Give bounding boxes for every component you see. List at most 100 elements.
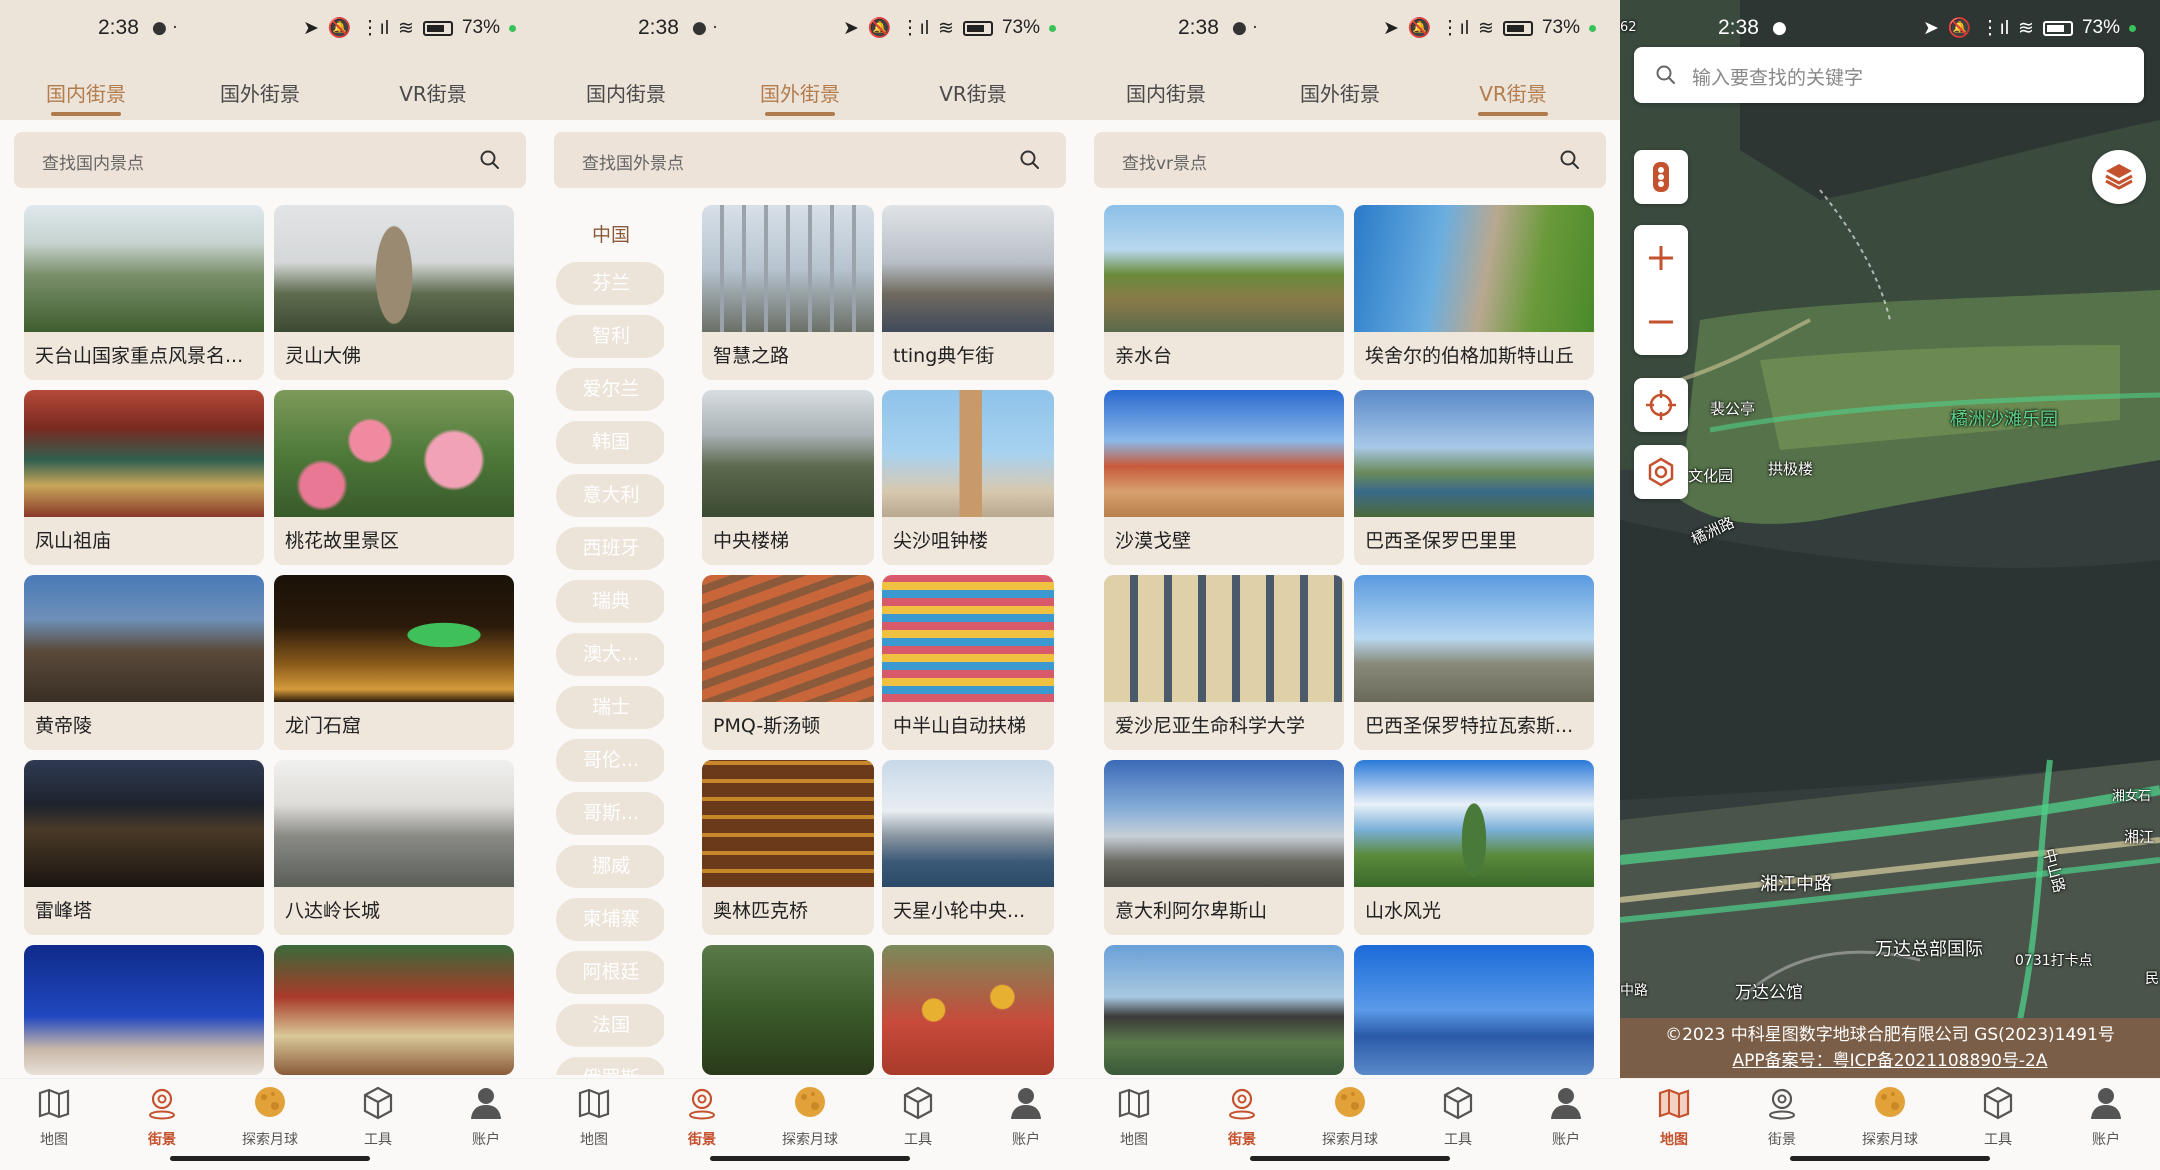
spot-card[interactable]: 尖沙咀钟楼 bbox=[882, 390, 1054, 565]
spot-card[interactable]: 智慧之路 bbox=[702, 205, 874, 380]
country-chip[interactable]: 意大利 bbox=[556, 474, 664, 517]
spot-card[interactable]: 亲水台 bbox=[1104, 205, 1344, 380]
country-chip[interactable]: 阿根廷 bbox=[556, 951, 664, 994]
country-chip[interactable]: 哥伦... bbox=[556, 739, 664, 782]
map-search-bar[interactable]: 输入要查找的关键字 bbox=[1634, 47, 2144, 103]
spot-card[interactable]: 爱沙尼亚生命科学大学 bbox=[1104, 575, 1344, 750]
spot-card[interactable]: 凤山祖庙 bbox=[24, 390, 264, 565]
nav-tools[interactable]: 工具 bbox=[868, 1085, 968, 1149]
nav-tools[interactable]: 工具 bbox=[1408, 1085, 1508, 1149]
nav-map[interactable]: 地图 bbox=[1624, 1085, 1724, 1149]
country-chip[interactable]: 瑞典 bbox=[556, 580, 664, 623]
zoom-in-icon[interactable] bbox=[1634, 225, 1688, 290]
spot-card[interactable] bbox=[882, 945, 1054, 1075]
country-chip[interactable]: 韩国 bbox=[556, 421, 664, 464]
search-input[interactable]: 查找国内景点 bbox=[42, 149, 144, 174]
tab-domestic[interactable]: 国内街景 bbox=[546, 72, 706, 116]
nav-moon[interactable]: 探索月球 bbox=[760, 1085, 860, 1149]
spot-card[interactable]: 龙门石窟 bbox=[274, 575, 514, 750]
locate-button[interactable] bbox=[1634, 378, 1688, 432]
nav-tools[interactable]: 工具 bbox=[328, 1085, 428, 1149]
spot-card[interactable]: 意大利阿尔卑斯山 bbox=[1104, 760, 1344, 935]
spot-card[interactable]: 山水风光 bbox=[1354, 760, 1594, 935]
search-icon[interactable] bbox=[1654, 63, 1678, 87]
search-bar[interactable]: 查找国内景点 bbox=[14, 132, 526, 188]
country-chip[interactable]: 澳大... bbox=[556, 633, 664, 676]
country-chip[interactable]: 哥斯... bbox=[556, 792, 664, 835]
country-chip[interactable]: 智利 bbox=[556, 315, 664, 358]
country-chip[interactable]: 芬兰 bbox=[556, 262, 664, 305]
home-indicator[interactable] bbox=[170, 1156, 370, 1161]
settings-button[interactable] bbox=[1634, 445, 1688, 499]
nav-moon[interactable]: 探索月球 bbox=[220, 1085, 320, 1149]
country-chip[interactable]: 法国 bbox=[556, 1004, 664, 1047]
nav-map[interactable]: 地图 bbox=[544, 1085, 644, 1149]
country-chip[interactable]: 挪威 bbox=[556, 845, 664, 888]
zoom-out-icon[interactable] bbox=[1634, 290, 1688, 355]
spot-card[interactable]: 沙漠戈壁 bbox=[1104, 390, 1344, 565]
search-input[interactable]: 查找国外景点 bbox=[582, 149, 684, 174]
nav-account[interactable]: 账户 bbox=[1516, 1085, 1616, 1149]
search-bar[interactable]: 查找vr景点 bbox=[1094, 132, 1606, 188]
spot-card[interactable]: tting典乍街 bbox=[882, 205, 1054, 380]
spot-card[interactable]: 八达岭长城 bbox=[274, 760, 514, 935]
layers-button[interactable] bbox=[2092, 150, 2146, 204]
search-icon[interactable] bbox=[1018, 148, 1042, 172]
spot-card[interactable]: 天台山国家重点风景名... bbox=[24, 205, 264, 380]
tab-foreign[interactable]: 国外街景 bbox=[180, 72, 340, 116]
tab-foreign[interactable]: 国外街景 bbox=[720, 72, 880, 116]
country-chip[interactable]: 瑞士 bbox=[556, 686, 664, 729]
nav-tools[interactable]: 工具 bbox=[1948, 1085, 2048, 1149]
spot-card[interactable]: 中半山自动扶梯 bbox=[882, 575, 1054, 750]
spot-card[interactable]: 黄帝陵 bbox=[24, 575, 264, 750]
nav-map[interactable]: 地图 bbox=[1084, 1085, 1184, 1149]
spot-card[interactable]: 桃花故里景区 bbox=[274, 390, 514, 565]
home-indicator[interactable] bbox=[1790, 1156, 1990, 1161]
spot-card[interactable] bbox=[274, 945, 514, 1075]
spot-card[interactable] bbox=[1354, 945, 1594, 1075]
search-icon[interactable] bbox=[1558, 148, 1582, 172]
tab-vr[interactable]: VR街景 bbox=[1433, 72, 1593, 116]
traffic-button[interactable] bbox=[1634, 150, 1688, 204]
map-search-input[interactable]: 输入要查找的关键字 bbox=[1692, 63, 1863, 90]
home-indicator[interactable] bbox=[710, 1156, 910, 1161]
spot-card[interactable]: 雷峰塔 bbox=[24, 760, 264, 935]
country-chip[interactable]: 西班牙 bbox=[556, 527, 664, 570]
tab-vr[interactable]: VR街景 bbox=[893, 72, 1053, 116]
nav-street[interactable]: 街景 bbox=[1192, 1085, 1292, 1149]
spot-card[interactable] bbox=[24, 945, 264, 1075]
icp-link[interactable]: APP备案号：粤ICP备2021108890号-2A bbox=[1620, 1048, 2160, 1074]
home-indicator[interactable] bbox=[1250, 1156, 1450, 1161]
search-input[interactable]: 查找vr景点 bbox=[1122, 149, 1207, 174]
tab-foreign[interactable]: 国外街景 bbox=[1260, 72, 1420, 116]
spot-card[interactable] bbox=[702, 945, 874, 1075]
spot-card[interactable]: 中央楼梯 bbox=[702, 390, 874, 565]
nav-street[interactable]: 街景 bbox=[1732, 1085, 1832, 1149]
nav-map[interactable]: 地图 bbox=[4, 1085, 104, 1149]
spot-card[interactable]: 巴西圣保罗特拉瓦索斯... bbox=[1354, 575, 1594, 750]
country-chip[interactable]: 俄罗斯 bbox=[556, 1057, 664, 1075]
nav-street[interactable]: 街景 bbox=[112, 1085, 212, 1149]
tab-domestic[interactable]: 国内街景 bbox=[1086, 72, 1246, 116]
country-chip[interactable]: 柬埔寨 bbox=[556, 898, 664, 941]
nav-street[interactable]: 街景 bbox=[652, 1085, 752, 1149]
spot-card[interactable]: 天星小轮中央... bbox=[882, 760, 1054, 935]
nav-account[interactable]: 账户 bbox=[436, 1085, 536, 1149]
spot-card[interactable]: 灵山大佛 bbox=[274, 205, 514, 380]
nav-account[interactable]: 账户 bbox=[976, 1085, 1076, 1149]
spot-card[interactable]: 巴西圣保罗巴里里 bbox=[1354, 390, 1594, 565]
nav-moon[interactable]: 探索月球 bbox=[1840, 1085, 1940, 1149]
search-bar[interactable]: 查找国外景点 bbox=[554, 132, 1066, 188]
nav-account[interactable]: 账户 bbox=[2056, 1085, 2156, 1149]
tab-vr[interactable]: VR街景 bbox=[353, 72, 513, 116]
nav-moon[interactable]: 探索月球 bbox=[1300, 1085, 1400, 1149]
country-chip[interactable]: 爱尔兰 bbox=[556, 368, 664, 411]
country-chip-selected[interactable]: 中国 bbox=[556, 214, 664, 257]
spot-card[interactable]: 奥林匹克桥 bbox=[702, 760, 874, 935]
spot-card[interactable]: PMQ-斯汤顿 bbox=[702, 575, 874, 750]
spot-card[interactable] bbox=[1104, 945, 1344, 1075]
satellite-map[interactable]: 裴公亭 拱极楼 文化园 橘洲沙滩乐园 橘洲路 湘江中路 中山路 万达总部国际 0… bbox=[1620, 0, 2160, 1080]
spot-card[interactable]: 埃舍尔的伯格加斯特山丘 bbox=[1354, 205, 1594, 380]
search-icon[interactable] bbox=[478, 148, 502, 172]
tab-domestic[interactable]: 国内街景 bbox=[6, 72, 166, 116]
